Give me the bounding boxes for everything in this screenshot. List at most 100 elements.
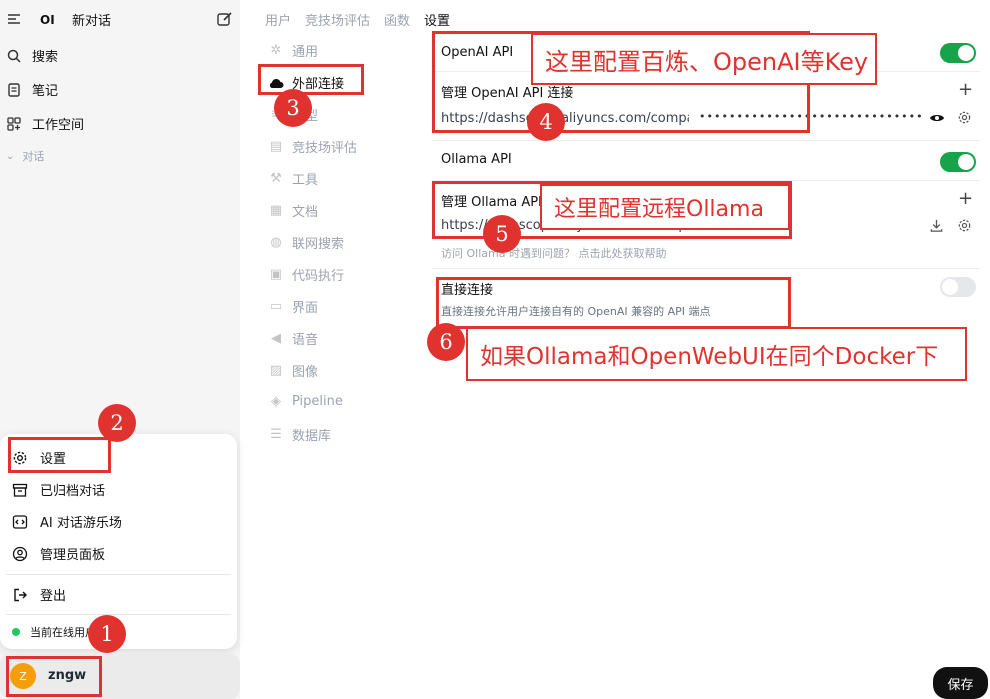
ollama-download-button[interactable] — [929, 218, 944, 237]
gear-icon — [957, 219, 972, 237]
wrench-icon: ⚒ — [270, 171, 282, 186]
grid-icon — [6, 116, 22, 132]
annotation-badge: 4 — [527, 103, 565, 141]
menu-item-label: AI 对话游乐场 — [40, 516, 122, 531]
settings-nav-label: 图像 — [292, 365, 319, 380]
terminal-icon: ▣ — [269, 267, 283, 282]
settings-nav-label: 数据库 — [292, 429, 332, 444]
layers-icon: ◈ — [271, 393, 281, 409]
annotation-badge: 2 — [98, 404, 136, 442]
settings-nav-audio[interactable]: ◀ 语音 — [268, 329, 318, 348]
annotation-note-direct: 如果Ollama和OpenWebUI在同个Docker下 — [466, 327, 967, 381]
ollama-config-button[interactable] — [957, 218, 972, 237]
settings-nav-tools[interactable]: ⚒ 工具 — [268, 169, 318, 188]
menu-item-archived[interactable]: 已归档对话 — [12, 480, 105, 499]
settings-nav-label: 竞技场评估 — [292, 141, 358, 156]
ollama-add-button[interactable]: + — [958, 188, 973, 209]
eye-icon — [929, 114, 945, 129]
sidebar-item-label: 笔记 — [32, 84, 59, 99]
screen: OI 新对话 搜索 笔记 工作空间 ⌄ 对话 设置 已归档对话 AI 对话游乐场… — [0, 0, 990, 699]
openai-add-button[interactable]: + — [958, 79, 973, 100]
sidebar-item-search[interactable]: 搜索 — [6, 46, 58, 65]
plus-icon: + — [958, 188, 974, 209]
annotation-badge: 5 — [483, 215, 521, 253]
toggle-knob — [958, 154, 974, 170]
settings-nav-general[interactable]: ✲ 通用 — [268, 41, 318, 60]
settings-nav-pipeline[interactable]: ◈ Pipeline — [268, 393, 343, 409]
menu-divider — [6, 614, 231, 615]
settings-nav-code-exec[interactable]: ▣ 代码执行 — [268, 265, 344, 284]
settings-nav-label: Pipeline — [292, 393, 343, 409]
settings-nav-label: 通用 — [292, 45, 319, 60]
settings-nav-documents[interactable]: ▦ 文档 — [268, 201, 318, 220]
globe-icon: ◍ — [270, 235, 282, 250]
download-icon — [929, 219, 944, 237]
top-tabs: 用户 竞技场评估 函数 设置 — [265, 10, 450, 29]
plus-icon: + — [958, 79, 974, 100]
gear-icon — [957, 111, 972, 129]
chats-section-toggle[interactable]: ⌄ 对话 — [6, 148, 44, 164]
annotation-badge: 1 — [88, 615, 126, 653]
save-button[interactable]: 保存 — [933, 667, 988, 699]
edit-icon — [216, 10, 234, 28]
search-icon — [6, 48, 22, 64]
toggle-knob — [958, 45, 974, 61]
tab-settings[interactable]: 设置 — [424, 10, 450, 29]
sidebar-toggle[interactable] — [6, 11, 22, 27]
settings-nav-label: 文档 — [292, 205, 319, 220]
settings-nav-database[interactable]: ☰ 数据库 — [268, 425, 331, 444]
online-users[interactable]: 当前在线用户 — [12, 624, 96, 640]
menu-item-label: 登出 — [40, 589, 67, 604]
tab-arena[interactable]: 竞技场评估 — [305, 10, 370, 29]
divider — [432, 140, 980, 141]
code-icon — [12, 514, 28, 530]
show-key-button[interactable] — [929, 111, 945, 129]
sidebar-item-notes[interactable]: 笔记 — [6, 80, 58, 99]
image-icon: ▨ — [269, 363, 283, 378]
gear-icon: ✲ — [270, 43, 282, 58]
toggle-knob — [942, 279, 958, 295]
settings-nav-label: 联网搜索 — [292, 237, 345, 252]
monitor-icon: ▭ — [269, 299, 283, 314]
database-icon: ☰ — [270, 427, 282, 442]
annotation-box-user — [6, 656, 102, 697]
settings-nav-images[interactable]: ▨ 图像 — [268, 361, 318, 380]
annotation-badge: 6 — [427, 323, 465, 361]
settings-nav-web-search[interactable]: ◍ 联网搜索 — [268, 233, 344, 252]
tab-functions[interactable]: 函数 — [384, 10, 410, 29]
archive-icon — [12, 482, 28, 498]
openai-toggle[interactable] — [940, 43, 976, 63]
menu-item-playground[interactable]: AI 对话游乐场 — [12, 512, 122, 531]
openai-config-button[interactable] — [957, 110, 972, 129]
ollama-help-link[interactable]: 访问 Ollama 时遇到问题？ 点击此处获取帮助 — [441, 245, 666, 261]
logout-icon — [12, 587, 28, 603]
chevron-down-icon: ⌄ — [6, 150, 15, 162]
note-icon — [6, 82, 22, 98]
online-dot-icon — [12, 628, 20, 636]
settings-nav-label: 代码执行 — [292, 269, 345, 284]
new-chat-button[interactable]: OI 新对话 — [40, 10, 112, 30]
menu-item-admin-panel[interactable]: 管理员面板 — [12, 544, 105, 563]
chats-section-label: 对话 — [22, 150, 45, 163]
menu-divider — [6, 574, 231, 575]
edit-button[interactable] — [216, 10, 234, 28]
annotation-box-direct — [436, 277, 791, 329]
divider — [432, 268, 980, 269]
ollama-toggle[interactable] — [940, 152, 976, 172]
annotation-note-openai: 这里配置百炼、OpenAI等Key — [531, 33, 877, 85]
annotation-note-ollama: 这里配置远程Ollama — [540, 184, 790, 230]
menu-item-logout[interactable]: 登出 — [12, 585, 66, 604]
sidebar-item-workspace[interactable]: 工作空间 — [6, 114, 84, 133]
annotation-box-settings — [8, 437, 111, 473]
user-circle-icon — [12, 546, 28, 562]
menu-item-label: 已归档对话 — [40, 484, 106, 499]
tab-users[interactable]: 用户 — [265, 10, 291, 29]
settings-nav-label: 语音 — [292, 333, 319, 348]
file-icon: ▦ — [269, 203, 283, 218]
settings-nav-arena[interactable]: ▤ 竞技场评估 — [268, 137, 357, 156]
speaker-icon: ◀ — [271, 331, 281, 346]
sidebar: OI 新对话 搜索 笔记 工作空间 ⌄ 对话 设置 已归档对话 AI 对话游乐场… — [0, 0, 240, 699]
direct-toggle[interactable] — [940, 277, 976, 297]
new-chat-label: 新对话 — [72, 14, 112, 29]
settings-nav-interface[interactable]: ▭ 界面 — [268, 297, 318, 316]
